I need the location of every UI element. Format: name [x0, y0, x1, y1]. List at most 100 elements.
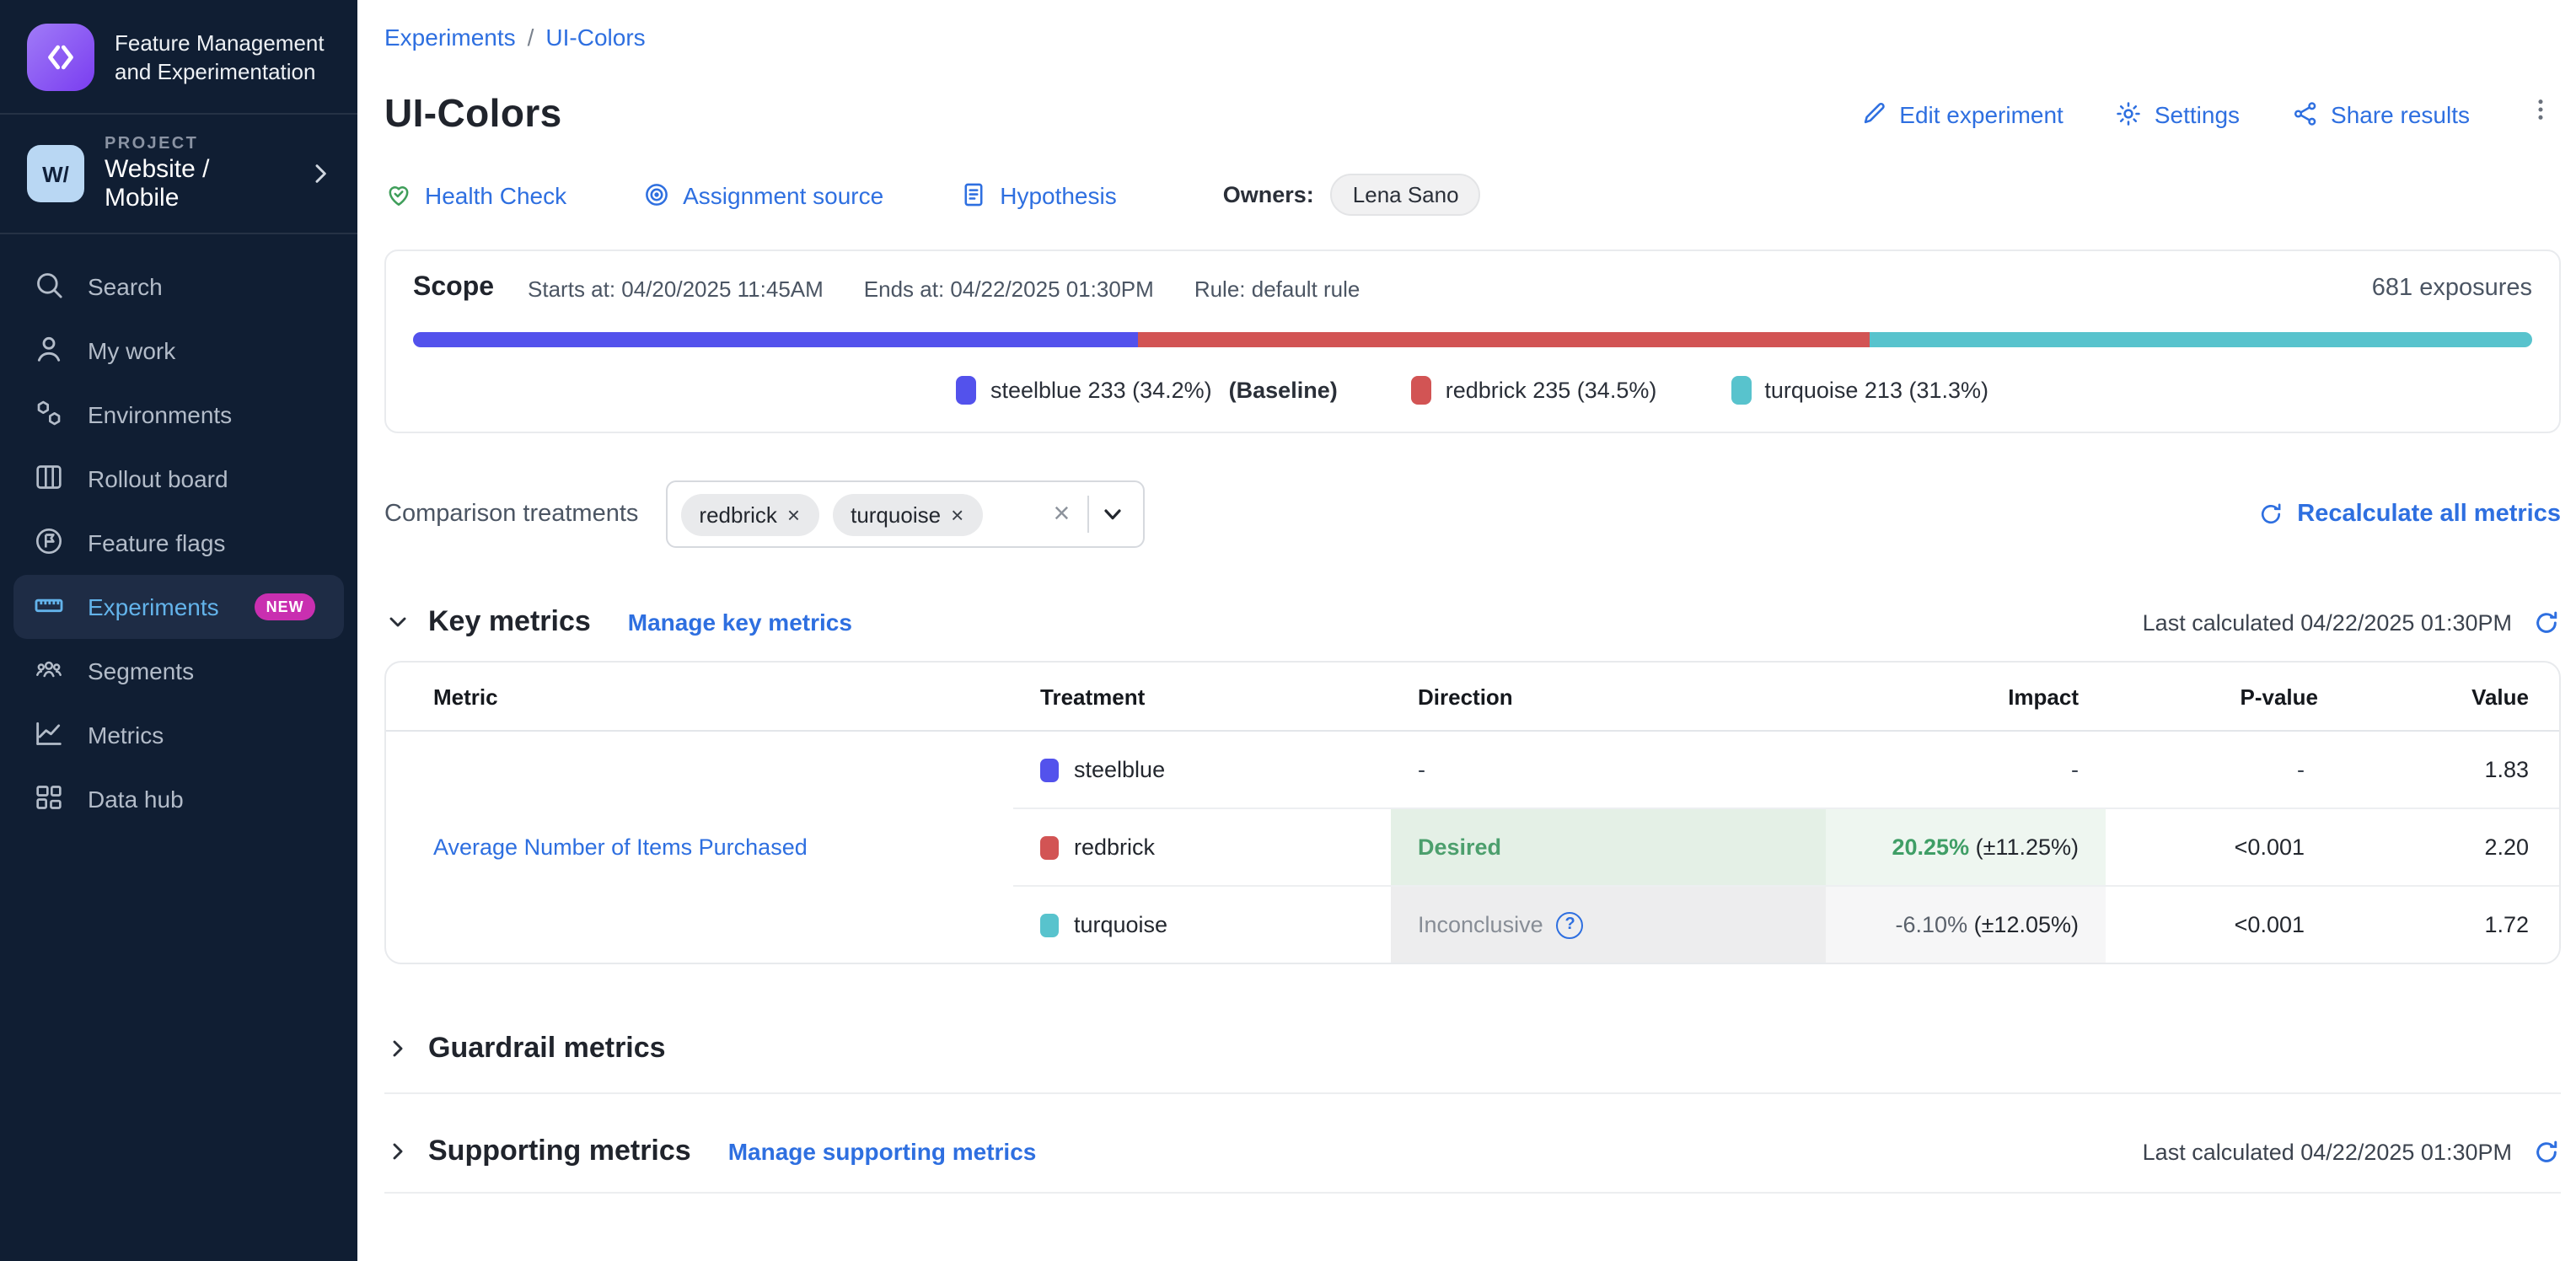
sidebar-item-my-work[interactable]: My work [0, 319, 357, 383]
section-divider [384, 1092, 2561, 1094]
supporting-last-calculated: Last calculated 04/22/2025 01:30PM [2143, 1139, 2512, 1164]
expand-supporting-metrics-icon[interactable] [384, 1138, 411, 1165]
direction-badge-inconclusive: Inconclusive? [1391, 886, 1826, 963]
sidebar-nav: Search My work Environments Rollout boar… [0, 255, 357, 831]
more-options-button[interactable] [2520, 91, 2561, 137]
search-icon [32, 267, 66, 306]
owner-pill[interactable]: Lena Sano [1331, 174, 1481, 216]
manage-key-metrics-link[interactable]: Manage key metrics [628, 609, 852, 636]
scope-starts: Starts at: 04/20/2025 11:45AM [528, 276, 824, 301]
manage-supporting-metrics-link[interactable]: Manage supporting metrics [728, 1138, 1037, 1165]
edit-experiment-button[interactable]: Edit experiment [1859, 99, 2063, 128]
comparison-treatments-select[interactable]: redbrick × turquoise × × [665, 480, 1144, 548]
legend-item-steelblue: steelblue 233 (34.2%) (Baseline) [957, 376, 1338, 405]
key-metrics-title: Key metrics [428, 605, 591, 639]
pencil-icon [1859, 99, 1887, 128]
document-icon [959, 180, 988, 209]
scope-ends: Ends at: 04/22/2025 01:30PM [864, 276, 1154, 301]
legend-item-turquoise: turquoise 213 (31.3%) [1731, 376, 1988, 405]
metric-name-link[interactable]: Average Number of Items Purchased [433, 834, 808, 860]
hexagons-icon [32, 395, 66, 434]
owners-label: Owners: [1223, 182, 1314, 207]
scope-rule: Rule: default rule [1194, 276, 1360, 301]
project-label: PROJECT [105, 135, 287, 153]
sidebar-item-rollout-board[interactable]: Rollout board [0, 447, 357, 511]
col-direction: Direction [1391, 663, 1826, 731]
page-title: UI-Colors [384, 91, 562, 137]
hypothesis-link[interactable]: Hypothesis [959, 180, 1117, 209]
gear-icon [2114, 99, 2143, 128]
expand-guardrail-metrics-icon[interactable] [384, 1035, 411, 1062]
refresh-key-metrics-icon[interactable] [2532, 608, 2561, 636]
app-header: Feature Management and Experimentation [0, 0, 357, 115]
main-content: Experiments/UI-Colors UI-Colors Edit exp… [357, 0, 2576, 1261]
user-icon [32, 331, 66, 370]
guardrail-metrics-title: Guardrail metrics [428, 1032, 666, 1065]
refresh-icon [2257, 501, 2284, 528]
project-switcher[interactable]: W/ PROJECT Website / Mobile [0, 115, 357, 234]
app-title: Feature Management and Experimentation [115, 29, 330, 87]
new-badge: NEW [255, 593, 316, 620]
sidebar-item-environments[interactable]: Environments [0, 383, 357, 447]
key-metrics-table-card: Metric Treatment Direction Impact P-valu… [384, 661, 2561, 964]
col-treatment: Treatment [1013, 663, 1391, 731]
exposure-bar-segment-turquoise [1869, 332, 2532, 347]
refresh-supporting-metrics-icon[interactable] [2532, 1137, 2561, 1166]
heart-check-icon [384, 180, 413, 209]
app-window: Feature Management and Experimentation W… [0, 0, 2576, 1261]
section-divider [384, 1192, 2561, 1194]
col-value: Value [2345, 663, 2559, 731]
steelblue-swatch [957, 376, 977, 405]
ruler-icon [32, 588, 66, 626]
redbrick-swatch [1412, 376, 1432, 405]
key-metrics-table: Metric Treatment Direction Impact P-valu… [386, 663, 2559, 963]
split-logo-icon [27, 24, 94, 91]
exposure-bar [413, 332, 2532, 347]
people-icon [32, 652, 66, 690]
target-icon [642, 180, 671, 209]
exposure-bar-segment-steelblue [413, 332, 1138, 347]
turquoise-swatch [1731, 376, 1751, 405]
sidebar-item-experiments[interactable]: Experiments NEW [13, 575, 344, 639]
chip-redbrick[interactable]: redbrick × [680, 493, 818, 535]
sidebar-item-segments[interactable]: Segments [0, 639, 357, 703]
direction-badge-desired: Desired [1391, 808, 1826, 886]
col-metric: Metric [386, 663, 1013, 731]
share-results-button[interactable]: Share results [2290, 99, 2470, 128]
col-p-value: P-value [2106, 663, 2345, 731]
baseline-label: (Baseline) [1229, 378, 1338, 403]
chevron-right-icon [307, 160, 334, 187]
breadcrumb-current[interactable]: UI-Colors [545, 24, 645, 51]
sidebar-item-data-hub[interactable]: Data hub [0, 767, 357, 831]
turquoise-swatch [1040, 913, 1059, 936]
sidebar-item-search[interactable]: Search [0, 255, 357, 319]
chip-turquoise[interactable]: turquoise × [832, 493, 982, 535]
chart-icon [32, 716, 66, 754]
project-name: Website / Mobile [105, 155, 287, 212]
collapse-key-metrics-icon[interactable] [384, 609, 411, 636]
chevron-down-icon[interactable] [1098, 501, 1125, 528]
recalculate-all-metrics-button[interactable]: Recalculate all metrics [2257, 501, 2561, 528]
scope-card: Scope Starts at: 04/20/2025 11:45AM Ends… [384, 250, 2561, 433]
key-metrics-last-calculated: Last calculated 04/22/2025 01:30PM [2143, 609, 2512, 635]
remove-chip-icon[interactable]: × [787, 502, 800, 527]
sidebar: Feature Management and Experimentation W… [0, 0, 357, 1261]
supporting-metrics-title: Supporting metrics [428, 1135, 691, 1168]
flag-circle-icon [32, 523, 66, 562]
health-check-link[interactable]: Health Check [384, 180, 566, 209]
grid-icon [32, 780, 66, 818]
settings-button[interactable]: Settings [2114, 99, 2240, 128]
share-icon [2290, 99, 2319, 128]
sidebar-item-metrics[interactable]: Metrics [0, 703, 357, 767]
scope-title: Scope [413, 273, 494, 303]
remove-chip-icon[interactable]: × [951, 502, 963, 527]
breadcrumb-experiments[interactable]: Experiments [384, 24, 516, 51]
assignment-source-link[interactable]: Assignment source [642, 180, 883, 209]
board-icon [32, 459, 66, 498]
redbrick-swatch [1040, 835, 1059, 859]
clear-selection-icon[interactable]: × [1040, 497, 1084, 531]
legend-item-redbrick: redbrick 235 (34.5%) [1412, 376, 1657, 405]
help-icon[interactable]: ? [1557, 911, 1584, 938]
col-impact: Impact [1826, 663, 2106, 731]
sidebar-item-feature-flags[interactable]: Feature flags [0, 511, 357, 575]
